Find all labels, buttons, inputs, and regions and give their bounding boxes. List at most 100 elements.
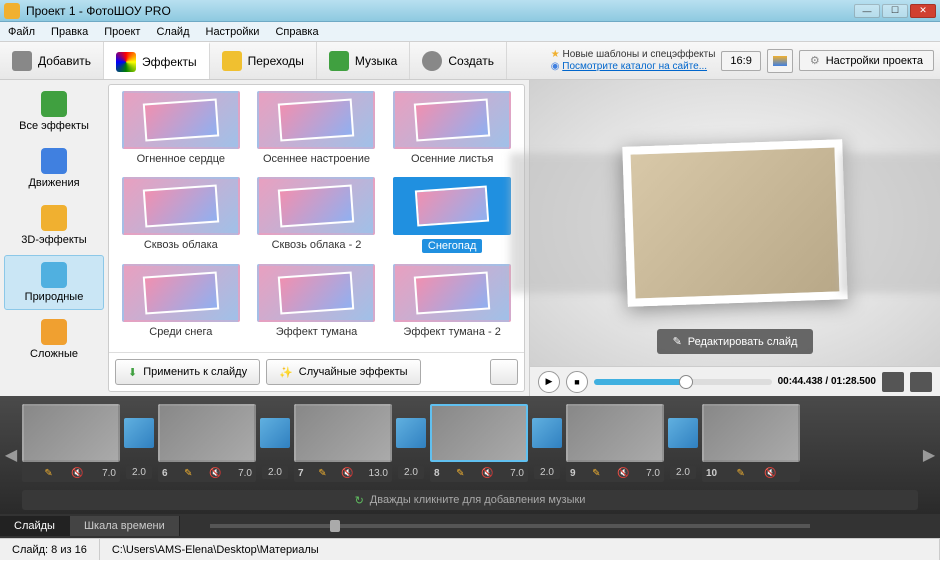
transitions-tab[interactable]: Переходы: [210, 42, 317, 79]
star-icon: ★: [551, 49, 560, 60]
music-track[interactable]: ↻ Дважды кликните для добавления музыки: [22, 490, 918, 510]
timeline-slide[interactable]: 8 ✎ 🔇 7.0: [430, 404, 528, 482]
menu-slide[interactable]: Слайд: [156, 26, 189, 38]
gear-icon: ⚙: [810, 54, 820, 67]
zoom-thumb[interactable]: [330, 520, 340, 532]
transition-duration: 2.0: [262, 466, 288, 479]
titlebar: Проект 1 - ФотоШОУ PRO — ☐ ✕: [0, 0, 940, 22]
effects-panel: Все эффектыДвижения3D-эффектыПриродныеСл…: [0, 80, 530, 396]
apply-to-slide-button[interactable]: ⬇ Применить к слайду: [115, 359, 260, 385]
snapshot-button[interactable]: [882, 372, 904, 392]
effect-thumb: [393, 177, 511, 235]
effect-item[interactable]: Эффект тумана - 2: [384, 262, 520, 348]
effect-item[interactable]: Сквозь облака - 2: [249, 175, 385, 263]
bottom-tabs: Слайды Шкала времени: [0, 514, 940, 538]
globe-icon: ◉: [551, 61, 560, 72]
add-button[interactable]: Добавить: [0, 42, 104, 79]
timeline-slide[interactable]: 10 ✎ 🔇: [702, 404, 800, 482]
menu-help[interactable]: Справка: [275, 26, 318, 38]
effect-label: Сквозь облака - 2: [272, 239, 362, 251]
timeline-slide[interactable]: 6 ✎ 🔇 7.0: [158, 404, 256, 482]
slide-number: 8: [434, 468, 440, 479]
timeline-slide[interactable]: ✎ 🔇 7.0: [22, 404, 120, 482]
transition-item[interactable]: 2.0: [124, 404, 154, 479]
fullscreen-button[interactable]: [910, 372, 932, 392]
minimize-button[interactable]: —: [854, 4, 880, 18]
menu-edit[interactable]: Правка: [51, 26, 88, 38]
effect-thumb: [122, 177, 240, 235]
maximize-button[interactable]: ☐: [882, 4, 908, 18]
player-controls: ▶ ■ 00:44.438 / 01:28.500: [530, 366, 940, 396]
transition-item[interactable]: 2.0: [532, 404, 562, 479]
effect-label: Осенние листья: [411, 153, 493, 165]
category-item[interactable]: 3D-эффекты: [4, 198, 104, 253]
preview-pane: ✎ Редактировать слайд ▶ ■ 00:44.438 / 01…: [530, 80, 940, 396]
effect-item[interactable]: Осенние листья: [384, 89, 520, 175]
tab-slides[interactable]: Слайды: [0, 516, 70, 536]
category-item[interactable]: Все эффекты: [4, 84, 104, 139]
create-tab[interactable]: Создать: [410, 42, 507, 79]
progress-thumb[interactable]: [679, 375, 693, 389]
timeline-scroll-right[interactable]: ▶: [918, 396, 940, 514]
pencil-icon[interactable]: ✎: [184, 468, 192, 479]
pencil-icon[interactable]: ✎: [736, 468, 744, 479]
menu-file[interactable]: Файл: [8, 26, 35, 38]
effect-item[interactable]: Снегопад: [384, 175, 520, 263]
stop-button[interactable]: ■: [566, 371, 588, 393]
slide-info-bar: 6 ✎ 🔇 7.0: [158, 464, 256, 482]
timeline-scroll-left[interactable]: ◀: [0, 396, 22, 514]
timeline-slide[interactable]: 7 ✎ 🔇 13.0: [294, 404, 392, 482]
effect-item[interactable]: Среди снега: [113, 262, 249, 348]
project-settings-button[interactable]: ⚙ Настройки проекта: [799, 50, 934, 71]
pencil-icon[interactable]: ✎: [456, 468, 464, 479]
status-path: C:\Users\AMS-Elena\Desktop\Материалы: [100, 539, 940, 560]
menu-project[interactable]: Проект: [104, 26, 140, 38]
effect-thumb: [122, 91, 240, 149]
preview-image: [622, 139, 847, 307]
sound-icon[interactable]: 🔇: [481, 468, 493, 479]
pencil-icon[interactable]: ✎: [44, 468, 52, 479]
music-tab[interactable]: Музыка: [317, 42, 410, 79]
slide-thumb: [566, 404, 664, 462]
preview-area: ✎ Редактировать слайд: [530, 80, 940, 366]
category-icon: [41, 205, 67, 231]
random-effects-button[interactable]: ✨ Случайные эффекты: [266, 359, 420, 385]
tab-timeline[interactable]: Шкала времени: [70, 516, 180, 536]
pencil-icon[interactable]: ✎: [592, 468, 600, 479]
slide-number: 10: [706, 468, 717, 479]
sound-icon[interactable]: 🔇: [71, 468, 83, 479]
close-button[interactable]: ✕: [910, 4, 936, 18]
edit-slide-button[interactable]: ✎ Редактировать слайд: [657, 329, 814, 354]
timeline-slide[interactable]: 9 ✎ 🔇 7.0: [566, 404, 664, 482]
progress-bar[interactable]: [594, 379, 772, 385]
brush-button[interactable]: [490, 359, 518, 385]
category-item[interactable]: Сложные: [4, 312, 104, 367]
effect-label: Среди снега: [149, 326, 212, 338]
category-icon: [41, 91, 67, 117]
effects-tab[interactable]: Эффекты: [104, 42, 210, 79]
zoom-slider[interactable]: [210, 524, 810, 528]
aspect-ratio-button[interactable]: 16:9: [721, 51, 760, 71]
pencil-icon[interactable]: ✎: [318, 468, 326, 479]
transition-duration: 2.0: [534, 466, 560, 479]
sound-icon[interactable]: 🔇: [209, 468, 221, 479]
sound-icon[interactable]: 🔇: [764, 468, 776, 479]
effect-item[interactable]: Эффект тумана: [249, 262, 385, 348]
transition-item[interactable]: 2.0: [396, 404, 426, 479]
category-icon: [41, 148, 67, 174]
effect-item[interactable]: Сквозь облака: [113, 175, 249, 263]
category-item[interactable]: Природные: [4, 255, 104, 310]
transition-item[interactable]: 2.0: [260, 404, 290, 479]
slide-style-button[interactable]: [767, 49, 793, 73]
play-button[interactable]: ▶: [538, 371, 560, 393]
menu-settings[interactable]: Настройки: [206, 26, 260, 38]
transition-duration: 2.0: [398, 466, 424, 479]
sound-icon[interactable]: 🔇: [341, 468, 353, 479]
transition-item[interactable]: 2.0: [668, 404, 698, 479]
effect-item[interactable]: Осеннее настроение: [249, 89, 385, 175]
category-item[interactable]: Движения: [4, 141, 104, 196]
transition-thumb: [260, 418, 290, 448]
effect-item[interactable]: Огненное сердце: [113, 89, 249, 175]
slide-thumb: [22, 404, 120, 462]
sound-icon[interactable]: 🔇: [617, 468, 629, 479]
